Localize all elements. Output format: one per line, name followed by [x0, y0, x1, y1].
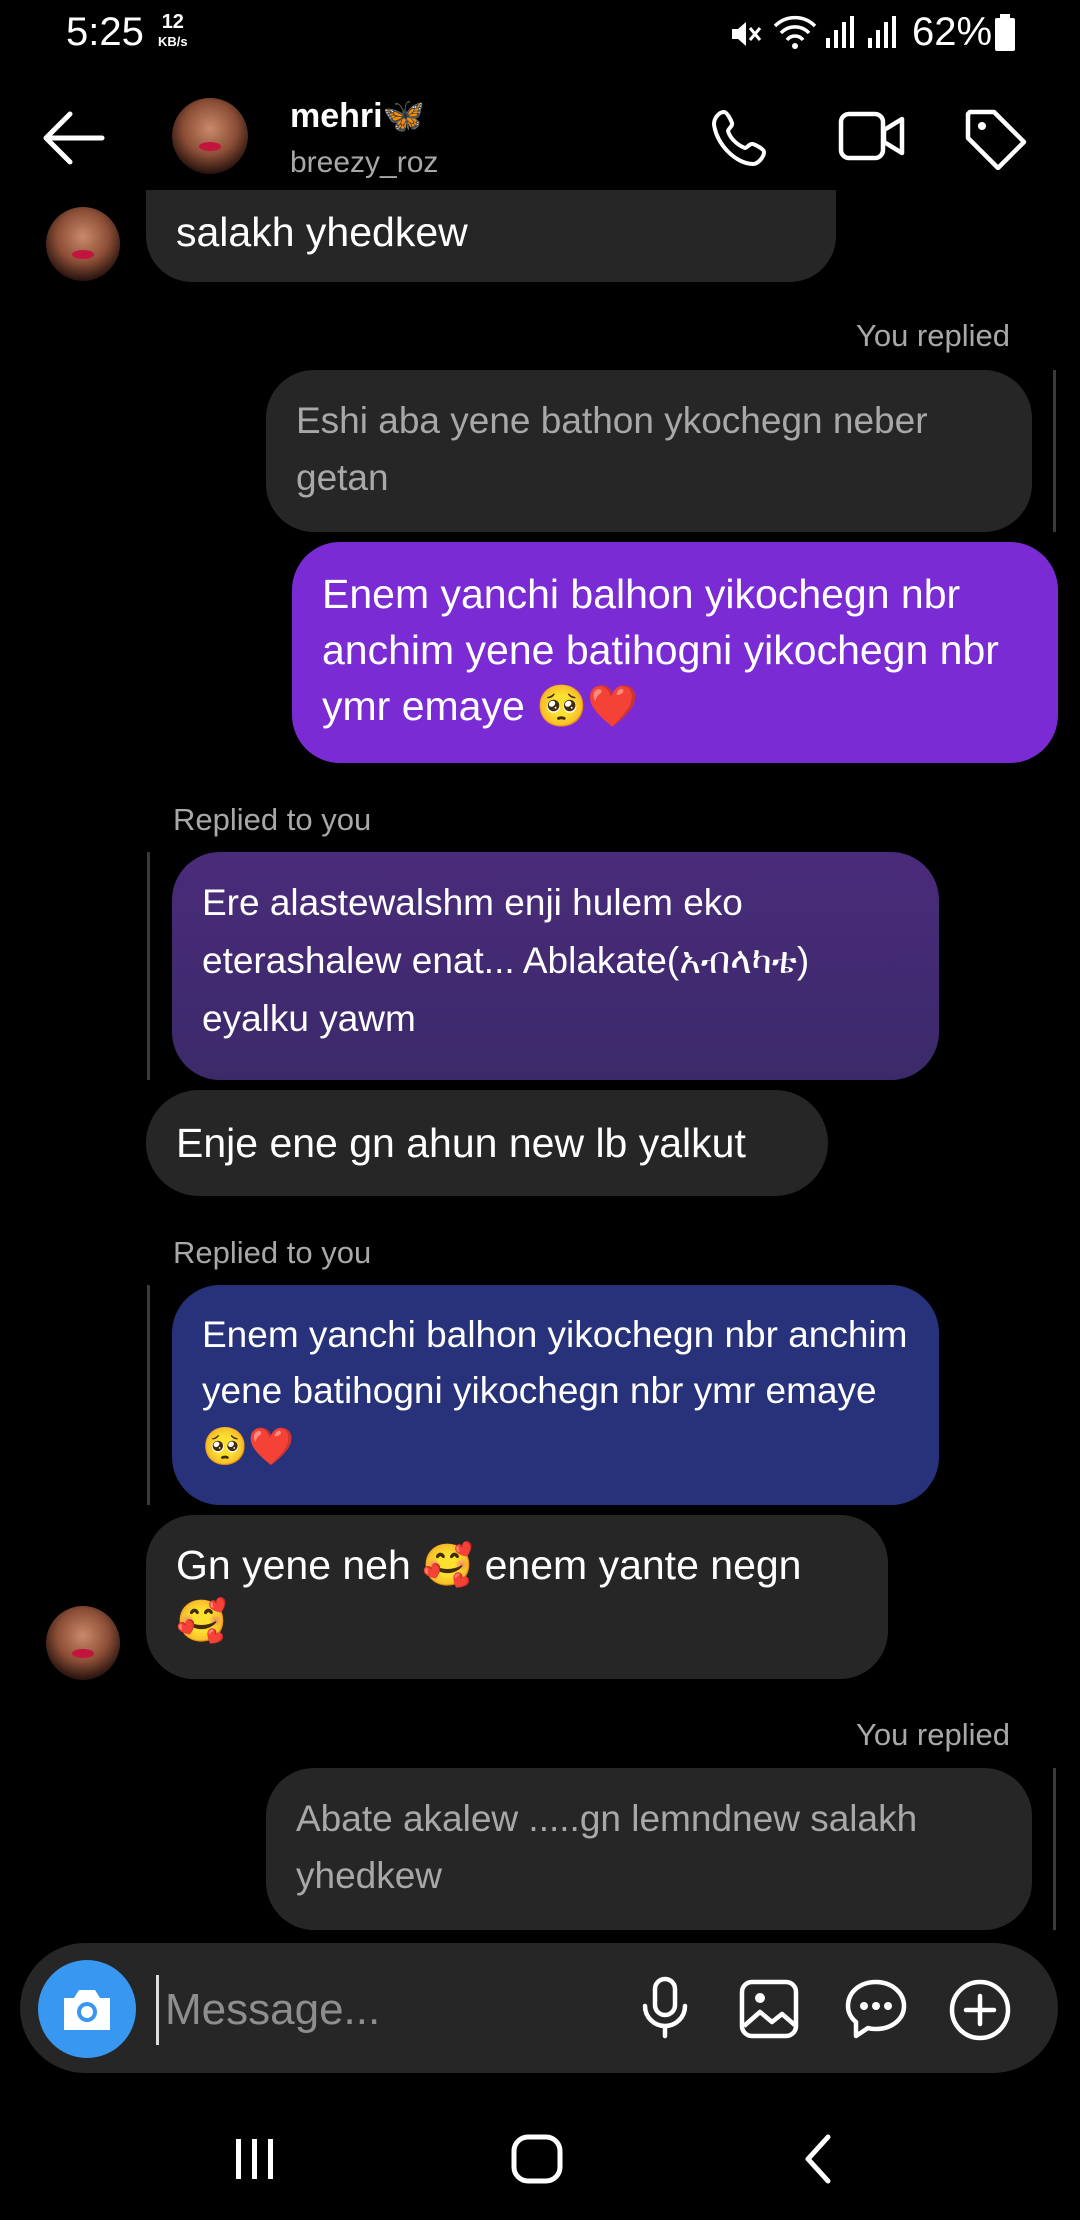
back-arrow-icon[interactable]: [40, 110, 106, 166]
network-speed-unit: KB/s: [158, 34, 188, 49]
video-camera-icon[interactable]: [838, 108, 906, 164]
battery-percentage: 62%: [912, 10, 993, 54]
system-navigation-bar: [0, 2100, 1080, 2220]
sent-message-bubble[interactable]: Enem yanchi balhon yikochegn nbr anchim …: [292, 542, 1058, 763]
you-replied-label: You replied: [856, 1717, 1010, 1752]
battery-icon: [995, 14, 1015, 51]
reply-quote-bubble[interactable]: Eshi aba yene bathon ykochegn neber geta…: [266, 370, 1032, 532]
quote-indicator-line: [147, 1285, 150, 1505]
phone-icon[interactable]: [710, 108, 772, 170]
quoted-message-bubble[interactable]: Enem yanchi balhon yikochegn nbr anchim …: [172, 1285, 939, 1505]
quoted-message-bubble[interactable]: Ere alastewalshm enji hulem eko eterasha…: [172, 852, 939, 1080]
recent-apps-icon[interactable]: [230, 2135, 280, 2183]
message-bubble[interactable]: Enje ene gn ahun new lb yalkut: [146, 1090, 828, 1196]
sender-avatar: [46, 1606, 120, 1680]
network-speed-value: 12: [161, 11, 184, 33]
camera-icon: [64, 1990, 110, 2030]
back-nav-icon[interactable]: [800, 2133, 836, 2185]
network-speed: 12 KB/s: [158, 12, 188, 52]
replied-to-you-label: Replied to you: [173, 1235, 372, 1270]
image-icon[interactable]: [738, 1978, 800, 2040]
header-avatar[interactable]: [172, 98, 248, 174]
sender-avatar: [46, 207, 120, 281]
contact-username[interactable]: breezy_roz: [290, 146, 438, 180]
you-replied-label: You replied: [856, 318, 1010, 353]
plus-circle-icon[interactable]: [948, 1978, 1012, 2042]
reply-indicator-line: [1053, 1768, 1056, 1930]
status-bar: 5:25 12 KB/s 62%: [0, 0, 1080, 70]
reply-indicator-line: [1053, 370, 1056, 532]
message-bubble[interactable]: Gn yene neh 🥰 enem yante negn 🥰: [146, 1515, 888, 1679]
wifi-icon: [773, 15, 817, 49]
message-bubble[interactable]: salakh yhedkew: [146, 190, 836, 282]
message-input[interactable]: [156, 1975, 595, 2045]
mute-icon: [732, 22, 762, 46]
chat-sticker-icon[interactable]: [844, 1978, 908, 2040]
microphone-icon[interactable]: [640, 1976, 690, 2040]
replied-to-you-label: Replied to you: [173, 802, 372, 837]
reply-quote-bubble[interactable]: Abate akalew .....gn lemndnew salakh yhe…: [266, 1768, 1032, 1930]
home-icon[interactable]: [510, 2133, 564, 2185]
contact-name[interactable]: mehri🦋: [290, 96, 425, 136]
status-time: 5:25: [66, 10, 144, 54]
tag-icon[interactable]: [964, 108, 1028, 170]
quote-indicator-line: [147, 852, 150, 1080]
signal-icon: [826, 16, 896, 48]
camera-button[interactable]: [38, 1960, 136, 2058]
